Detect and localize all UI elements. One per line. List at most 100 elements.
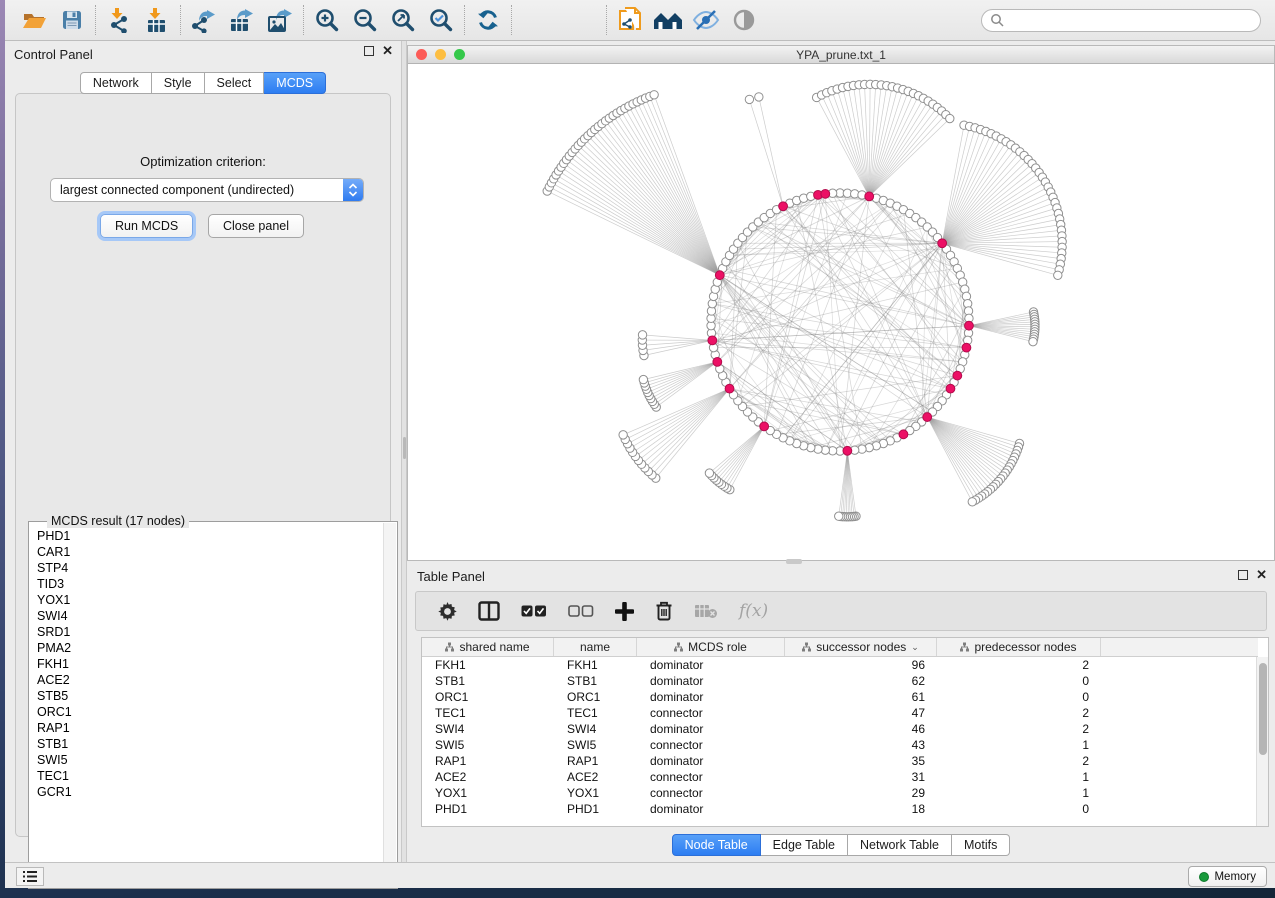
close-panel-button[interactable]: Close panel (208, 214, 304, 238)
mcds-result-item[interactable]: STB5 (33, 688, 381, 704)
mcds-result-item[interactable]: PMA2 (33, 640, 381, 656)
mcds-result-item[interactable]: SWI4 (33, 608, 381, 624)
splitter-grip[interactable] (403, 437, 406, 459)
table-scrollbar[interactable] (1256, 657, 1268, 826)
table-cell: dominator (637, 674, 785, 688)
tab-network[interactable]: Network (80, 72, 152, 94)
network-view-window: YPA_prune.txt_1 (407, 45, 1275, 561)
float-panel-icon[interactable] (1238, 570, 1248, 580)
tab-edge-table[interactable]: Edge Table (761, 834, 848, 856)
list-icon (22, 870, 38, 883)
mcds-result-list[interactable]: PHD1CAR1STP4TID3YOX1SWI4SRD1PMA2FKH1ACE2… (33, 528, 381, 884)
table-cell: ORC1 (422, 690, 554, 704)
table-row[interactable]: TEC1TEC1connector472 (422, 705, 1256, 721)
export-network-icon[interactable] (185, 4, 223, 36)
mcds-result-item[interactable]: CAR1 (33, 544, 381, 560)
show-columns-icon[interactable] (478, 601, 500, 621)
mcds-result-item[interactable]: PHD1 (33, 528, 381, 544)
mcds-result-item[interactable]: STB1 (33, 736, 381, 752)
table-row[interactable]: YOX1YOX1connector291 (422, 785, 1256, 801)
zoom-fit-icon[interactable] (384, 4, 422, 36)
column-header-predecessor-nodes[interactable]: predecessor nodes (937, 638, 1101, 656)
column-header-name[interactable]: name (554, 638, 637, 656)
import-table-icon[interactable] (138, 4, 176, 36)
mcds-result-item[interactable]: YOX1 (33, 592, 381, 608)
home-views-icon[interactable] (649, 4, 687, 36)
export-table-icon[interactable] (223, 4, 261, 36)
deselect-all-checkboxes-icon[interactable] (568, 605, 594, 618)
table-cell: 1 (937, 786, 1101, 800)
mcds-result-item[interactable]: GCR1 (33, 784, 381, 800)
tab-network-table[interactable]: Network Table (848, 834, 952, 856)
table-cell: 46 (785, 722, 937, 736)
table-row[interactable]: FKH1FKH1dominator962 (422, 657, 1256, 673)
mcds-list-scrollbar[interactable] (383, 523, 396, 887)
zoom-out-icon[interactable] (346, 4, 384, 36)
mcds-result-item[interactable]: TID3 (33, 576, 381, 592)
table-row[interactable]: SWI4SWI4dominator462 (422, 721, 1256, 737)
mcds-result-item[interactable]: SWI5 (33, 752, 381, 768)
table-row[interactable]: ORC1ORC1dominator610 (422, 689, 1256, 705)
table-row[interactable]: ACE2ACE2connector311 (422, 769, 1256, 785)
table-body[interactable]: FKH1FKH1dominator962STB1STB1dominator620… (422, 657, 1256, 826)
memory-button[interactable]: Memory (1188, 866, 1267, 887)
network-graph (408, 64, 1274, 560)
optimization-criterion-select[interactable]: largest connected component (undirected) (50, 178, 364, 202)
table-scrollbar-thumb[interactable] (1259, 663, 1267, 755)
zoom-in-icon[interactable] (308, 4, 346, 36)
control-panel: Control Panel ✕ NetworkStyleSelectMCDS O… (5, 41, 401, 862)
column-header-MCDS-role[interactable]: MCDS role (637, 638, 785, 656)
mcds-result-item[interactable]: TEC1 (33, 768, 381, 784)
delete-table-icon[interactable] (694, 603, 718, 619)
column-header-shared-name[interactable]: shared name (422, 638, 554, 656)
run-mcds-button[interactable]: Run MCDS (100, 214, 193, 238)
mcds-result-item[interactable]: ORC1 (33, 704, 381, 720)
task-history-button[interactable] (16, 867, 44, 886)
settings-gear-icon[interactable] (438, 602, 457, 621)
table-cell: connector (637, 738, 785, 752)
import-network-icon[interactable] (100, 4, 138, 36)
table-cell: 0 (937, 690, 1101, 704)
tab-node-table[interactable]: Node Table (672, 834, 761, 856)
show-graphics-icon[interactable] (725, 4, 763, 36)
table-row[interactable]: STB1STB1dominator620 (422, 673, 1256, 689)
delete-column-icon[interactable] (655, 601, 673, 621)
clone-network-icon[interactable] (611, 4, 649, 36)
export-image-icon[interactable] (261, 4, 299, 36)
column-header-successor-nodes[interactable]: successor nodes⌄ (785, 638, 937, 656)
open-folder-icon[interactable] (15, 4, 53, 36)
search-input[interactable] (981, 9, 1261, 32)
table-header-row: shared namenameMCDS rolesuccessor nodes⌄… (422, 638, 1258, 657)
table-cell: ACE2 (422, 770, 554, 784)
add-column-icon[interactable] (615, 602, 634, 621)
network-window-titlebar[interactable]: YPA_prune.txt_1 (408, 46, 1274, 64)
close-panel-icon[interactable]: ✕ (382, 46, 393, 56)
mcds-result-item[interactable]: ACE2 (33, 672, 381, 688)
table-row[interactable]: PHD1PHD1dominator180 (422, 801, 1256, 817)
table-cell: RAP1 (554, 754, 637, 768)
horizontal-splitter-grip[interactable] (786, 559, 802, 564)
column-type-icon (445, 642, 454, 652)
mcds-result-item[interactable]: RAP1 (33, 720, 381, 736)
tab-mcds[interactable]: MCDS (264, 72, 326, 94)
zoom-selected-icon[interactable] (422, 4, 460, 36)
function-builder-icon[interactable]: f(x) (739, 601, 768, 621)
mcds-result-item[interactable]: FKH1 (33, 656, 381, 672)
tab-style[interactable]: Style (152, 72, 205, 94)
mcds-panel: Optimization criterion: largest connecte… (15, 93, 391, 837)
table-row[interactable]: RAP1RAP1dominator352 (422, 753, 1256, 769)
hide-graphics-icon[interactable] (687, 4, 725, 36)
save-icon[interactable] (53, 4, 91, 36)
tab-motifs[interactable]: Motifs (952, 834, 1010, 856)
close-panel-icon[interactable]: ✕ (1256, 570, 1267, 580)
select-all-checkboxes-icon[interactable] (521, 605, 547, 618)
mcds-result-item[interactable]: STP4 (33, 560, 381, 576)
network-canvas[interactable] (408, 64, 1274, 560)
sort-descending-icon[interactable]: ⌄ (911, 642, 919, 653)
toolbar-separator (606, 5, 607, 35)
mcds-result-item[interactable]: SRD1 (33, 624, 381, 640)
float-panel-icon[interactable] (364, 46, 374, 56)
tab-select[interactable]: Select (205, 72, 265, 94)
table-row[interactable]: SWI5SWI5connector431 (422, 737, 1256, 753)
refresh-icon[interactable] (469, 4, 507, 36)
